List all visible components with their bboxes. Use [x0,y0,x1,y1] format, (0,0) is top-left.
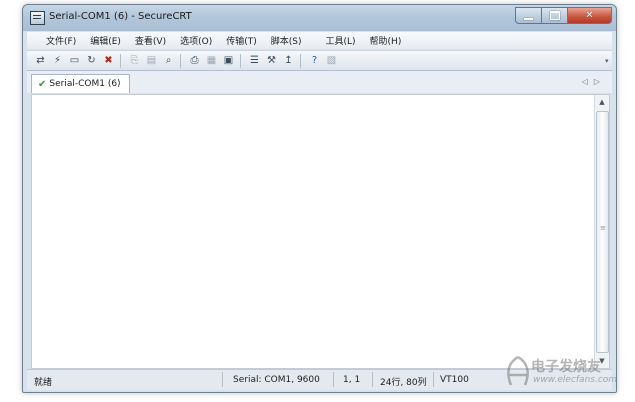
keymap-icon[interactable]: ⚒ [264,53,279,68]
reconnect-icon[interactable]: ↻ [84,53,99,68]
menu-tools[interactable]: 工具(L) [319,34,363,47]
about-icon[interactable]: ▧ [324,53,339,68]
check-icon: ✔ [38,78,47,90]
tab-right-arrow-icon[interactable]: ▷ [594,77,606,86]
connect-tab-icon[interactable]: ▭ [67,53,82,68]
minimize-button[interactable] [515,7,542,24]
copy-icon[interactable]: ⎘ [127,53,142,68]
paste-icon[interactable]: ▤ [144,53,159,68]
minimize-icon [524,18,533,20]
menu-edit[interactable]: 编辑(E) [83,34,128,47]
maximize-icon [549,11,560,20]
tab-left-arrow-icon[interactable]: ◁ [582,77,594,86]
vertical-scrollbar[interactable]: ▲ ≡ ▼ [594,95,609,368]
menu-bar: 文件(F) 编辑(E) 查看(V) 选项(O) 传输(T) 脚本(S) 工具(L… [27,32,612,49]
quick-connect-icon[interactable]: ⚡ [50,53,65,68]
status-separator [372,372,373,387]
title-bar[interactable]: Serial-COM1 (6) - SecureCRT ✕ [23,5,616,31]
session-tab[interactable]: ✔ Serial-COM1 (6) [31,74,130,93]
menu-view[interactable]: 查看(V) [128,34,173,47]
window-title: Serial-COM1 (6) - SecureCRT [49,11,192,22]
menu-file[interactable]: 文件(F) [39,34,83,47]
toolbar: ⇄ ⚡ ▭ ↻ ✖ ⎘ ▤ ⌕ ⎙ ▦ ▣ ☰ ⚒ ↥ ? ▧ ▾ [27,50,612,71]
connect-icon[interactable]: ⇄ [33,53,48,68]
watermark-en: www.elecfans.com [533,375,618,385]
window-controls: ✕ [515,7,612,25]
disconnect-icon[interactable]: ✖ [101,53,116,68]
toolbar-separator [120,53,121,68]
close-icon: ✕ [585,10,594,21]
securecrt-window: Serial-COM1 (6) - SecureCRT ✕ 文件(F) 编辑(E… [22,4,617,393]
menu-help[interactable]: 帮助(H) [363,34,409,47]
menu-transfer[interactable]: 传输(T) [219,34,264,47]
menu-script[interactable]: 脚本(S) [264,34,309,47]
tab-scroll-arrows[interactable]: ◁▷ [582,77,606,86]
status-ready: 就绪 [34,378,53,388]
menu-options[interactable]: 选项(O) [173,34,219,47]
status-separator [333,372,334,387]
watermark-cn: 电子发烧友 [531,359,601,375]
scroll-thumb[interactable]: ≡ [596,111,609,353]
scroll-up-icon[interactable]: ▲ [595,95,609,109]
session-tab-label: Serial-COM1 (6) [49,79,121,89]
toolbar-separator [240,53,241,68]
status-connection: Serial: COM1, 9600 [233,375,320,385]
tab-bar: ✔ Serial-COM1 (6) ◁▷ [27,71,612,93]
app-icon[interactable] [30,11,45,25]
find-icon[interactable]: ⌕ [161,53,176,68]
scroll-grip-icon: ≡ [600,224,606,232]
print-selection-icon[interactable]: ▦ [204,53,219,68]
toolbar-separator [300,53,301,68]
maximize-button[interactable] [541,7,568,24]
status-terminal: VT100 [440,375,469,385]
printer-setup-icon[interactable]: ▣ [221,53,236,68]
session-options-icon[interactable]: ☰ [247,53,262,68]
watermark-logo-icon [507,355,529,386]
status-separator [222,372,223,387]
watermark: 电子发烧友 www.elecfans.com [503,353,621,393]
print-icon[interactable]: ⎙ [187,53,202,68]
close-button[interactable]: ✕ [567,7,612,24]
terminal-area[interactable]: ▲ ≡ ▼ [31,94,610,369]
status-size: 24行, 80列 [380,378,427,388]
toolbar-separator [180,53,181,68]
status-cursor: 1, 1 [343,375,361,385]
sftp-icon[interactable]: ↥ [281,53,296,68]
toolbar-overflow-icon[interactable]: ▾ [605,57,609,65]
help-icon[interactable]: ? [307,53,322,68]
status-separator [433,372,434,387]
